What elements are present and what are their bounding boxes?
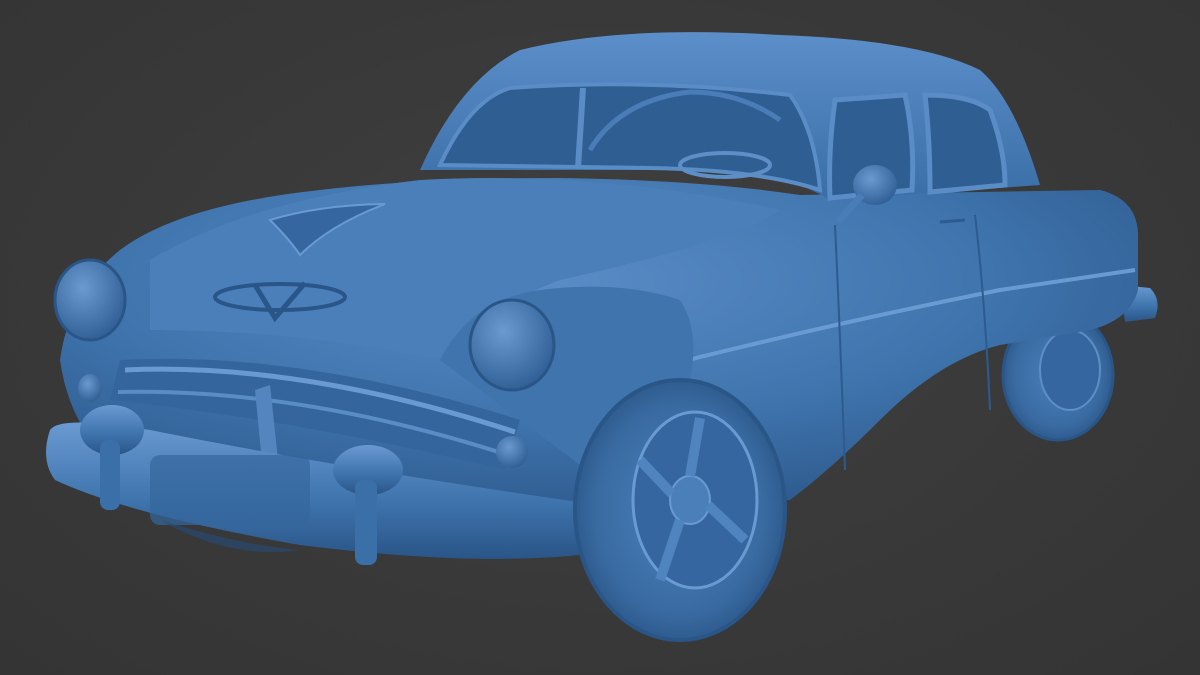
windshield bbox=[436, 82, 823, 193]
door-handle bbox=[939, 218, 966, 224]
front-wheel bbox=[573, 378, 787, 642]
left-headlight bbox=[53, 258, 127, 342]
right-headlight bbox=[468, 298, 556, 392]
render-viewport bbox=[0, 0, 1200, 675]
car-model-render bbox=[46, 32, 1158, 642]
license-plate-recess bbox=[150, 455, 310, 525]
